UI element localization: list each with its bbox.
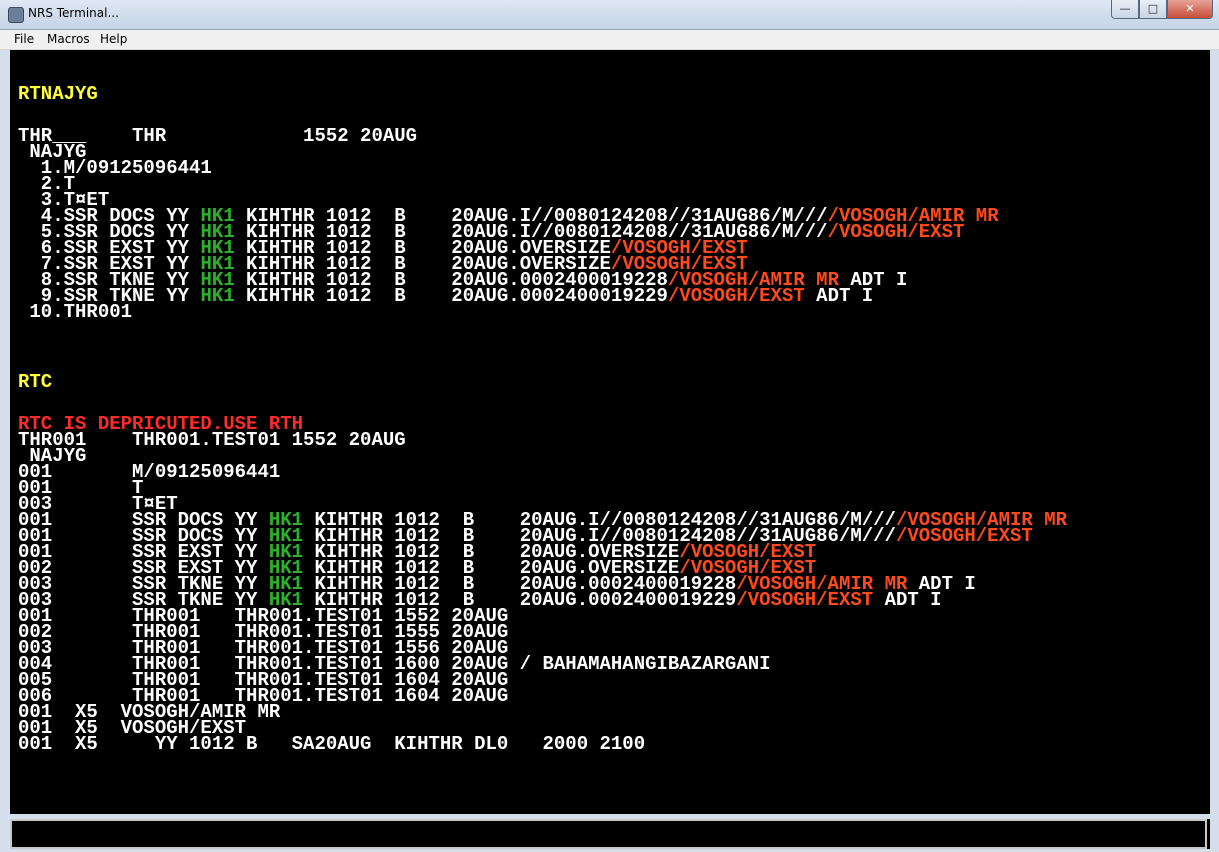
window-frame-right	[1210, 50, 1219, 852]
terminal-text: 001 X5 YY 1012 B SA20AUG KIHTHR DL0 2000…	[18, 733, 646, 755]
menu-bar: File Macros Help	[0, 30, 1219, 50]
terminal-line: RTC	[18, 371, 53, 393]
terminal-text: RTC	[18, 371, 53, 393]
window-controls: — □ ✕	[1111, 0, 1213, 20]
terminal-text: KIHTHR 1012 B 20AUG.0002400019229	[234, 285, 668, 307]
maximize-button[interactable]: □	[1139, 0, 1167, 19]
terminal-text: ADT I	[804, 285, 874, 307]
terminal-line: RTNAJYG	[18, 83, 98, 105]
terminal-text: RTNAJYG	[18, 83, 98, 105]
command-input[interactable]	[10, 819, 1207, 849]
terminal-text: 10.THR001	[18, 301, 133, 323]
terminal-text: /VOSOGH/EXST	[827, 221, 965, 243]
menu-file[interactable]: File	[14, 32, 34, 46]
app-icon	[8, 7, 24, 23]
menu-macros[interactable]: Macros	[47, 32, 90, 46]
terminal-output: RTNAJYG THR___ THR 1552 20AUG NAJYG 1.M/0…	[10, 50, 1210, 814]
minimize-button[interactable]: —	[1111, 0, 1139, 19]
terminal-text: /VOSOGH/EXST	[667, 285, 805, 307]
terminal-line: 001 X5 YY 1012 B SA20AUG KIHTHR DL0 2000…	[18, 733, 646, 755]
terminal-text: HK1	[200, 285, 235, 307]
menu-help[interactable]: Help	[100, 32, 127, 46]
terminal-line: 9.SSR TKNE YY HK1 KIHTHR 1012 B 20AUG.00…	[18, 285, 874, 307]
terminal-text: /VOSOGH/EXST	[895, 525, 1033, 547]
close-button[interactable]: ✕	[1167, 0, 1213, 19]
title-bar: NRS Terminal... — □ ✕	[0, 0, 1219, 30]
window-title: NRS Terminal...	[28, 6, 119, 20]
terminal-text: /VOSOGH/EXST	[736, 589, 874, 611]
window-frame-left	[0, 50, 10, 852]
terminal-text: ADT I	[873, 589, 942, 611]
terminal-line: 10.THR001	[18, 301, 133, 323]
